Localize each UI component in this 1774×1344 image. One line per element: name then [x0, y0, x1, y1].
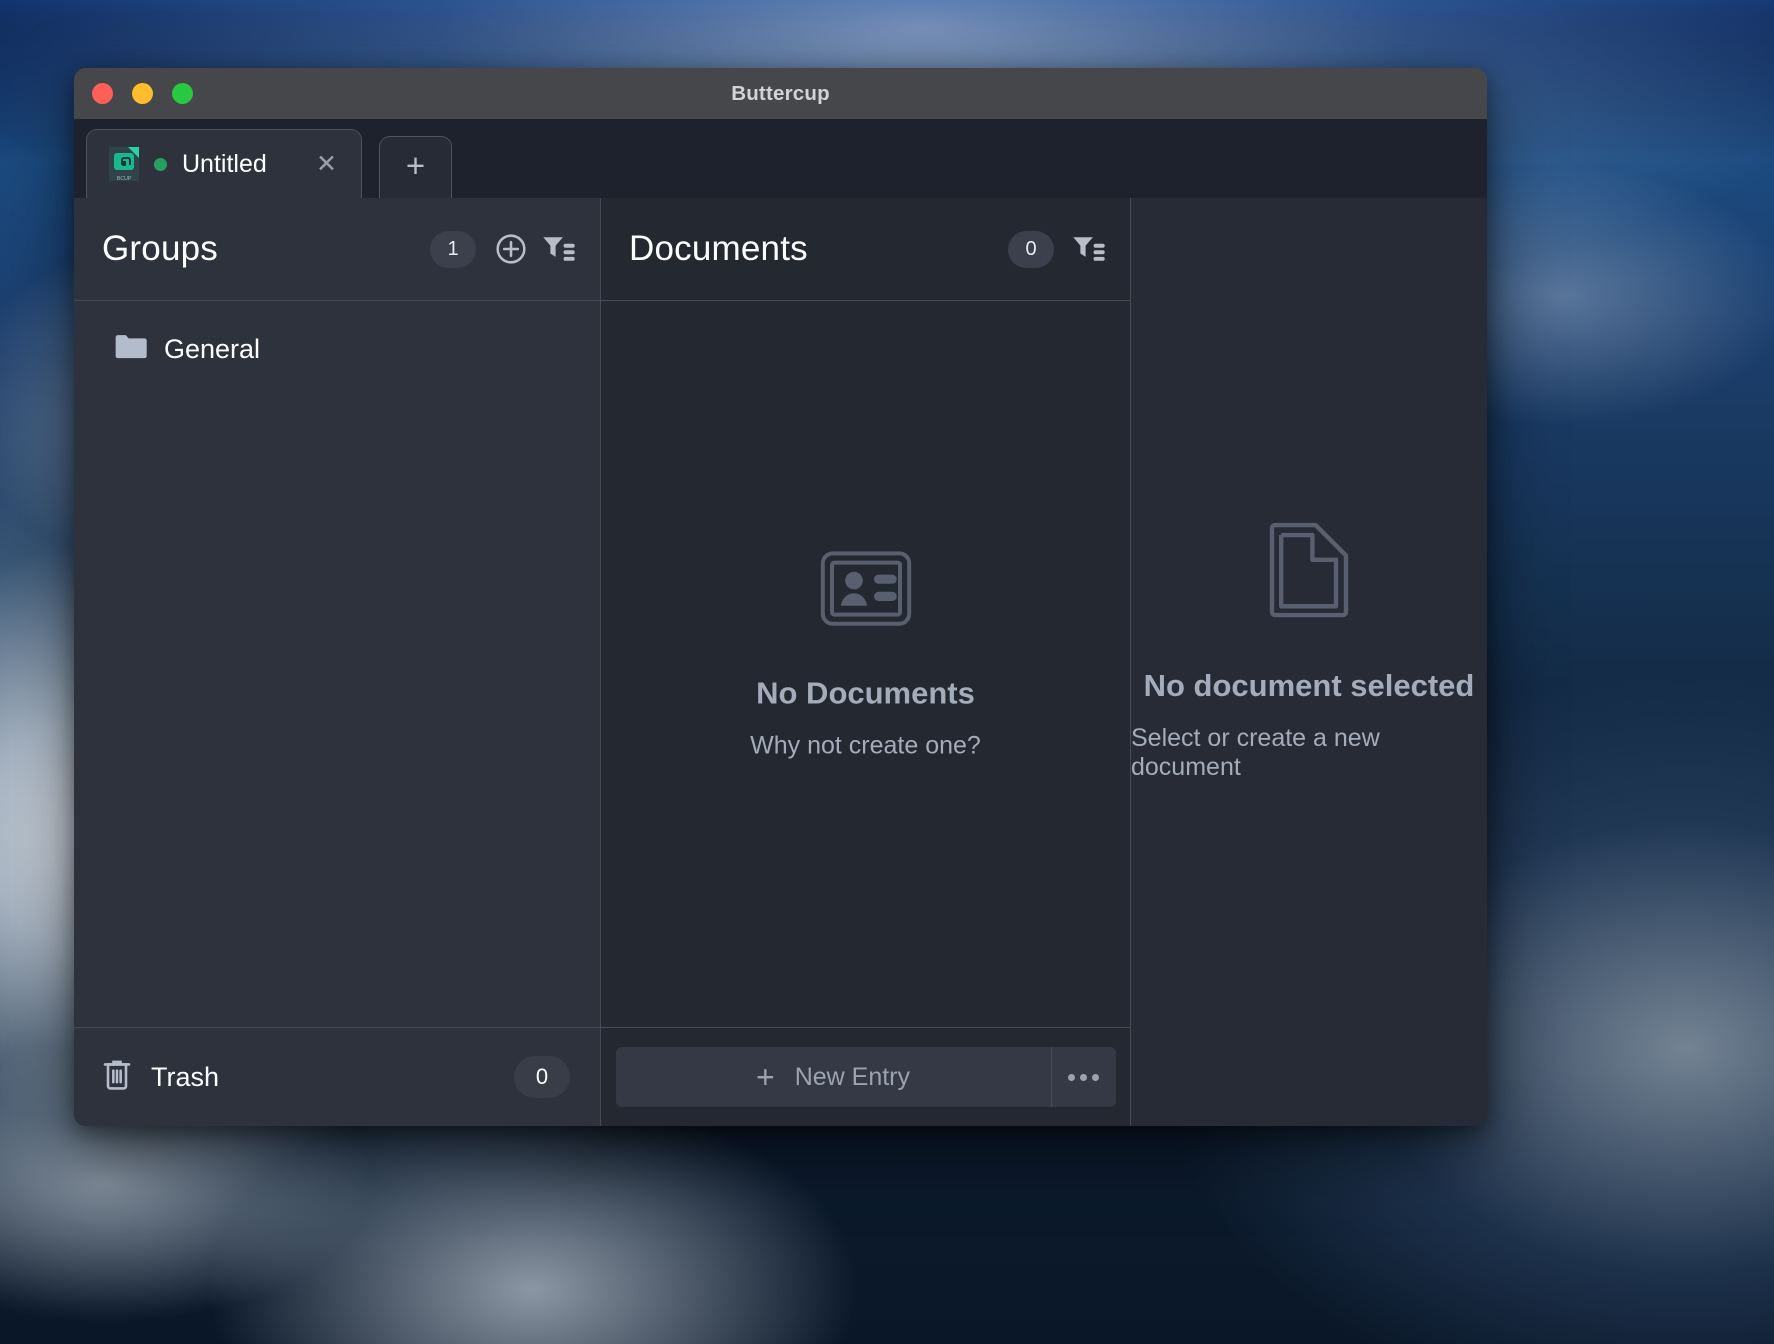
detail-body: No document selected Select or create a … [1131, 198, 1487, 1126]
app-window: Buttercup BCUP Untitled ✕ + [74, 68, 1487, 1126]
window-title: Buttercup [74, 82, 1487, 106]
ellipsis-icon [1068, 1074, 1075, 1081]
detail-empty-title: No document selected [1144, 668, 1475, 704]
window-body: Groups 1 [74, 198, 1487, 1126]
tab-label: Untitled [182, 150, 283, 179]
new-entry-button-group: + New Entry [616, 1047, 1116, 1107]
detail-panel: No document selected Select or create a … [1131, 198, 1487, 1126]
maximize-window-button[interactable] [172, 83, 193, 104]
minimize-window-button[interactable] [132, 83, 153, 104]
documents-empty-title: No Documents [756, 676, 975, 712]
group-item-label: General [164, 334, 260, 365]
groups-title: Groups [102, 229, 430, 269]
tab-strip: BCUP Untitled ✕ + [74, 119, 1487, 198]
new-entry-more-button[interactable] [1052, 1047, 1116, 1107]
documents-footer: + New Entry [601, 1027, 1130, 1126]
documents-empty-subtitle: Why not create one? [750, 732, 981, 761]
documents-empty-state: No Documents Why not create one? [601, 551, 1130, 761]
new-entry-label: New Entry [795, 1063, 910, 1092]
new-entry-button[interactable]: + New Entry [616, 1047, 1052, 1107]
id-card-icon [820, 551, 912, 632]
close-window-button[interactable] [92, 83, 113, 104]
trash-row[interactable]: Trash 0 [74, 1027, 600, 1126]
group-item-general[interactable]: General [74, 323, 600, 375]
trash-label: Trash [151, 1062, 495, 1093]
plus-icon: + [406, 149, 425, 182]
filter-list-icon[interactable] [1072, 234, 1106, 264]
documents-header: Documents 0 [601, 198, 1130, 301]
desktop-wallpaper: Buttercup BCUP Untitled ✕ + [0, 0, 1774, 1344]
groups-header: Groups 1 [74, 198, 600, 301]
tab-untitled[interactable]: BCUP Untitled ✕ [86, 129, 362, 198]
plus-icon: + [756, 1061, 775, 1093]
documents-panel: Documents 0 [601, 198, 1131, 1126]
window-titlebar: Buttercup [74, 68, 1487, 119]
detail-empty-subtitle: Select or create a new document [1131, 724, 1487, 782]
folder-icon [114, 333, 147, 365]
vault-icon-label: BCUP [109, 176, 139, 182]
plus-circle-icon[interactable] [494, 232, 528, 266]
groups-panel: Groups 1 [74, 198, 601, 1126]
documents-count-badge: 0 [1008, 231, 1054, 268]
groups-count-badge: 1 [430, 231, 476, 268]
trash-count-badge: 0 [514, 1056, 570, 1098]
documents-list: No Documents Why not create one? [601, 301, 1130, 1027]
document-page-icon [1268, 521, 1350, 624]
groups-list: General [74, 301, 600, 1027]
documents-title: Documents [629, 229, 1008, 269]
buttercup-vault-file-icon: BCUP [109, 147, 139, 181]
new-tab-button[interactable]: + [379, 136, 452, 198]
unsaved-status-dot [154, 158, 167, 171]
traffic-light-group [92, 83, 193, 104]
close-icon[interactable]: ✕ [310, 152, 343, 177]
filter-list-icon[interactable] [542, 234, 576, 264]
trash-icon [102, 1058, 132, 1096]
detail-empty-state: No document selected Select or create a … [1131, 521, 1487, 782]
